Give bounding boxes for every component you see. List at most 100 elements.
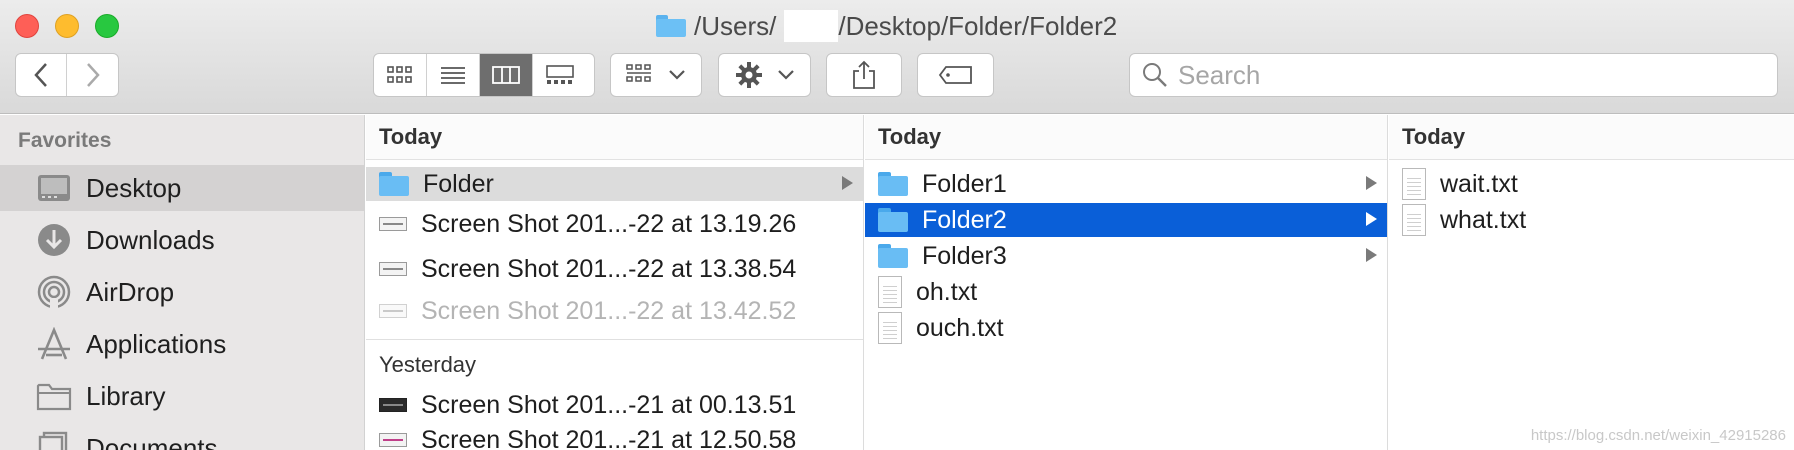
share-button[interactable] bbox=[826, 53, 902, 97]
folder-icon bbox=[656, 15, 686, 37]
gear-icon bbox=[735, 62, 762, 88]
sidebar-item-downloads[interactable]: Downloads bbox=[0, 217, 364, 263]
list-view-icon bbox=[441, 67, 465, 84]
list-item[interactable]: Screen Shot 201...-22 at 13.19.26 bbox=[366, 206, 863, 242]
sidebar-item-label: Library bbox=[86, 380, 166, 411]
text-file-icon bbox=[1402, 168, 1426, 200]
documents-icon bbox=[34, 430, 74, 450]
finder-toolbar: /Users/ /Desktop/Folder/Folder2 bbox=[0, 0, 1794, 114]
list-item[interactable]: Screen Shot 201...-21 at 12.50.58 bbox=[366, 422, 863, 450]
item-name: what.txt bbox=[1440, 205, 1527, 234]
item-name: Screen Shot 201...-21 at 12.50.58 bbox=[421, 425, 797, 450]
browser-column-3: Today wait.txt what.txt https://blog.csd… bbox=[1389, 115, 1794, 450]
tag-icon bbox=[938, 66, 972, 84]
sidebar-item-label: Desktop bbox=[86, 172, 182, 203]
column-header: Today bbox=[865, 115, 1387, 160]
icon-view-icon bbox=[387, 66, 412, 83]
window-title-prefix: /Users/ bbox=[694, 10, 777, 41]
item-name: ouch.txt bbox=[916, 313, 1004, 342]
minimize-window-button[interactable] bbox=[55, 14, 79, 38]
group-by-button[interactable] bbox=[610, 53, 702, 97]
item-name: wait.txt bbox=[1440, 169, 1518, 198]
desktop-icon bbox=[34, 170, 74, 206]
item-name: Folder bbox=[423, 169, 494, 198]
sidebar-item-documents[interactable]: Documents bbox=[0, 425, 364, 450]
item-name: Screen Shot 201...-22 at 13.38.54 bbox=[421, 254, 797, 283]
chevron-down-icon bbox=[669, 70, 685, 80]
list-item-oh-txt[interactable]: oh.txt bbox=[865, 275, 1387, 309]
sidebar-item-applications[interactable]: Applications bbox=[0, 321, 364, 367]
chevron-down-icon bbox=[777, 70, 794, 80]
zoom-window-button[interactable] bbox=[95, 14, 119, 38]
forward-button[interactable] bbox=[67, 54, 118, 96]
redacted-username bbox=[784, 10, 839, 42]
folder-icon bbox=[34, 378, 74, 414]
sidebar-item-library[interactable]: Library bbox=[0, 373, 364, 419]
icon-view-button[interactable] bbox=[374, 54, 427, 96]
list-item-ouch-txt[interactable]: ouch.txt bbox=[865, 311, 1387, 345]
gallery-view-button[interactable] bbox=[533, 54, 586, 96]
item-name: Folder2 bbox=[922, 205, 1007, 234]
sidebar-item-airdrop[interactable]: AirDrop bbox=[0, 269, 364, 315]
sidebar-heading-favorites: Favorites bbox=[18, 129, 112, 152]
list-item[interactable]: Screen Shot 201...-22 at 13.42.52 bbox=[366, 293, 863, 329]
item-name: Screen Shot 201...-22 at 13.19.26 bbox=[421, 209, 797, 238]
item-name: Folder3 bbox=[922, 241, 1007, 270]
disclosure-arrow-icon bbox=[1366, 248, 1377, 262]
list-view-button[interactable] bbox=[427, 54, 480, 96]
screenshot-icon bbox=[379, 398, 407, 412]
finder-window: /Users//Desktop/Folder/Folder2 Search Fa… bbox=[0, 0, 1794, 450]
column-view-button[interactable] bbox=[480, 54, 533, 96]
list-item-what-txt[interactable]: what.txt bbox=[1389, 203, 1794, 237]
airdrop-icon bbox=[34, 274, 74, 310]
search-field[interactable] bbox=[1129, 53, 1778, 97]
close-window-button[interactable] bbox=[15, 14, 39, 38]
list-item-wait-txt[interactable]: wait.txt bbox=[1389, 167, 1794, 201]
list-item-folder3[interactable]: Folder3 bbox=[865, 239, 1387, 273]
back-button[interactable] bbox=[16, 54, 68, 96]
chevron-right-icon bbox=[86, 63, 100, 87]
text-file-icon bbox=[878, 312, 902, 344]
sidebar-item-desktop[interactable]: Desktop bbox=[0, 165, 364, 211]
gallery-view-icon bbox=[545, 65, 574, 84]
item-name: Screen Shot 201...-21 at 00.13.51 bbox=[421, 390, 797, 419]
downloads-icon bbox=[34, 222, 74, 258]
column-header: Today bbox=[1389, 115, 1794, 160]
column-view-icon bbox=[492, 66, 520, 84]
sidebar-item-label: Applications bbox=[86, 328, 227, 359]
group-header-yesterday: Yesterday bbox=[379, 352, 477, 377]
sidebar-item-label: AirDrop bbox=[86, 276, 175, 307]
browser-column-1: Today Folder Screen Shot 201...-22 at 13… bbox=[366, 115, 864, 450]
watermark-text: https://blog.csdn.net/weixin_42915286 bbox=[1530, 427, 1786, 444]
folder-icon bbox=[878, 172, 908, 196]
search-icon bbox=[1143, 63, 1167, 87]
group-by-icon bbox=[626, 64, 651, 82]
folder-icon bbox=[878, 244, 908, 268]
text-file-icon bbox=[1402, 204, 1426, 236]
text-file-icon bbox=[878, 276, 902, 308]
window-title: /Users/ /Desktop/Folder/Folder2 bbox=[656, 10, 1117, 42]
sidebar: Favorites Desktop Downloads AirDrop Appl… bbox=[0, 115, 365, 450]
browser-column-2: Today Folder1 Folder2 Folder3 oh.txt ouc… bbox=[865, 115, 1388, 450]
group-separator bbox=[366, 339, 863, 340]
action-button[interactable] bbox=[718, 53, 811, 97]
search-input[interactable] bbox=[1178, 59, 1738, 91]
item-name: oh.txt bbox=[916, 277, 978, 306]
screenshot-icon bbox=[379, 304, 407, 318]
screenshot-icon bbox=[379, 433, 407, 447]
list-item-folder2[interactable]: Folder2 bbox=[865, 203, 1387, 237]
screenshot-icon bbox=[379, 262, 407, 276]
disclosure-arrow-icon bbox=[1366, 176, 1377, 190]
applications-icon bbox=[34, 326, 74, 362]
list-item-folder[interactable]: Folder bbox=[366, 167, 863, 201]
screenshot-icon bbox=[379, 217, 407, 231]
disclosure-arrow-icon bbox=[1366, 212, 1377, 226]
folder-icon bbox=[878, 208, 908, 232]
sidebar-item-label: Downloads bbox=[86, 224, 215, 255]
list-item-folder1[interactable]: Folder1 bbox=[865, 167, 1387, 201]
list-item[interactable]: Screen Shot 201...-21 at 00.13.51 bbox=[366, 387, 863, 423]
view-mode-control bbox=[373, 53, 595, 97]
tags-button[interactable] bbox=[917, 53, 994, 97]
list-item[interactable]: Screen Shot 201...-22 at 13.38.54 bbox=[366, 251, 863, 287]
item-name: Folder1 bbox=[922, 169, 1007, 198]
